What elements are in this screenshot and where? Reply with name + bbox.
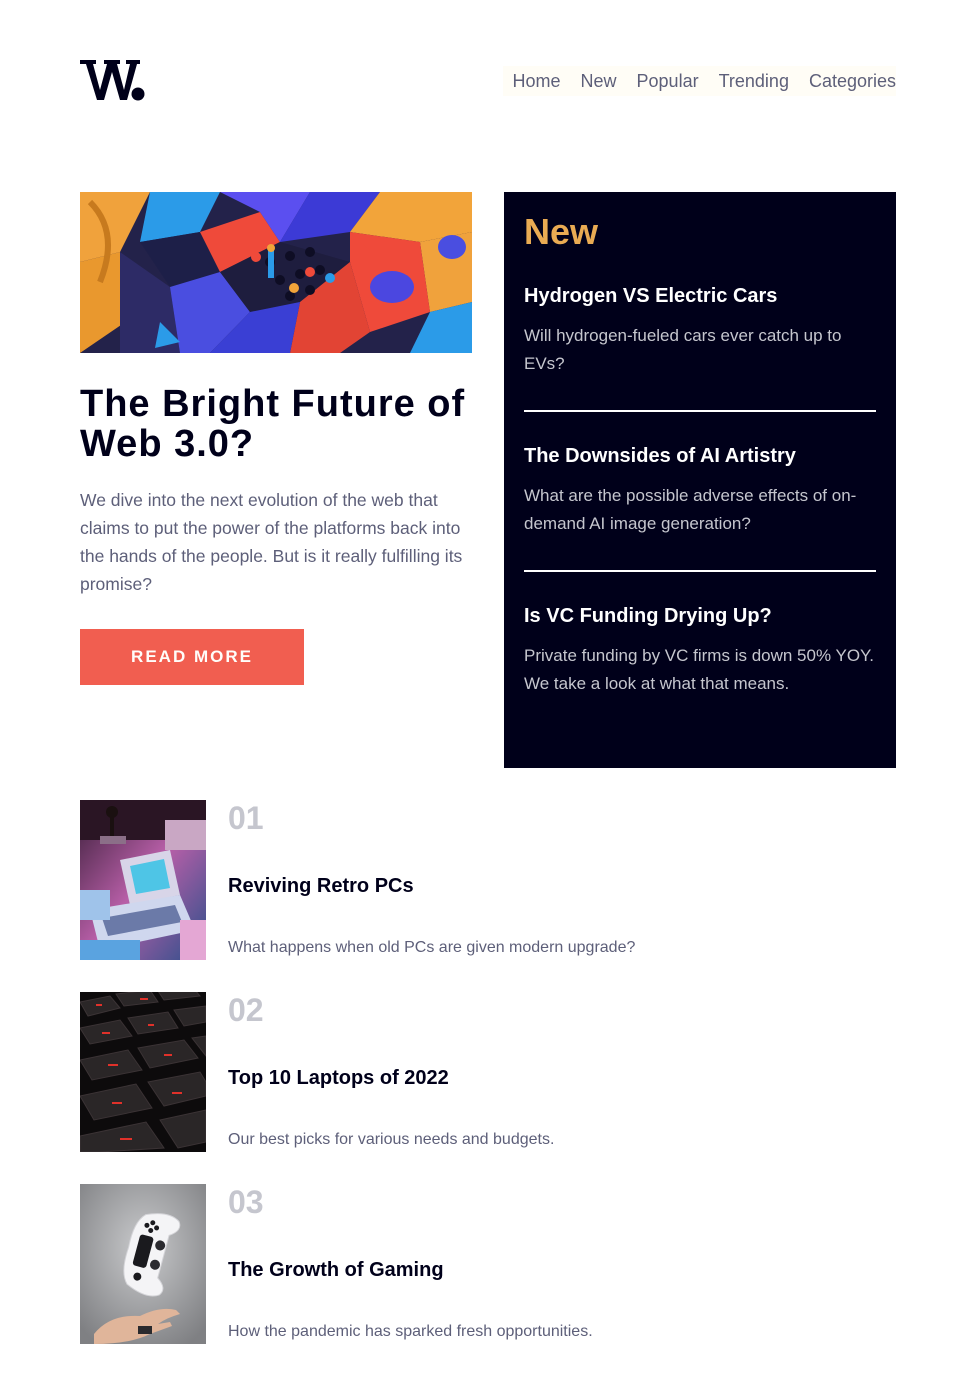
new-item-description: What are the possible adverse effects of… xyxy=(524,486,857,533)
new-item[interactable]: Hydrogen VS Electric Cars Will hydrogen-… xyxy=(524,276,876,412)
new-item[interactable]: The Downsides of AI Artistry What are th… xyxy=(524,412,876,572)
new-item-description: Will hydrogen-fueled cars ever catch up … xyxy=(524,326,842,373)
new-item-title[interactable]: Hydrogen VS Electric Cars xyxy=(524,284,876,308)
article-list-item[interactable]: 03 The Growth of Gaming How the pandemic… xyxy=(80,1184,896,1344)
new-item-description: Private funding by VC firms is down 50% … xyxy=(524,646,874,693)
new-item-title[interactable]: The Downsides of AI Artistry xyxy=(524,444,876,468)
new-item[interactable]: Is VC Funding Drying Up? Private funding… xyxy=(524,572,876,730)
article-list-item[interactable]: 01 Reviving Retro PCs What happens when … xyxy=(80,800,896,960)
new-panel-heading: New xyxy=(524,211,599,252)
article-description: Our best picks for various needs and bud… xyxy=(228,1131,555,1148)
hero-image xyxy=(80,192,472,353)
nav-link-popular[interactable]: Popular xyxy=(626,66,709,96)
site-logo[interactable]: W. xyxy=(80,58,146,102)
article-title[interactable]: The Growth of Gaming xyxy=(228,1258,444,1282)
article-number: 03 xyxy=(228,1184,264,1220)
nav-link-trending[interactable]: Trending xyxy=(708,66,799,96)
article-thumbnail-gaming-controller[interactable] xyxy=(80,1184,206,1344)
hero-description: We dive into the next evolution of the w… xyxy=(80,490,463,594)
new-item-title[interactable]: Is VC Funding Drying Up? xyxy=(524,604,876,628)
nav-link-categories[interactable]: Categories xyxy=(798,66,896,96)
article-description: What happens when old PCs are given mode… xyxy=(228,939,636,956)
article-number: 02 xyxy=(228,992,264,1028)
article-title[interactable]: Reviving Retro PCs xyxy=(228,874,414,898)
main-nav: Home New Popular Trending Categories xyxy=(502,66,896,96)
read-more-button[interactable]: READ MORE xyxy=(80,629,304,685)
nav-link-new[interactable]: New xyxy=(570,66,627,96)
article-number: 01 xyxy=(228,800,264,836)
article-thumbnail-laptop-keyboard[interactable] xyxy=(80,992,206,1152)
article-list-item[interactable]: 02 Top 10 Laptops of 2022 Our best picks… xyxy=(80,992,896,1152)
new-articles-panel: New Hydrogen VS Electric Cars Will hydro… xyxy=(504,192,896,768)
article-thumbnail-retro-pc[interactable] xyxy=(80,800,206,960)
nav-link-home[interactable]: Home xyxy=(502,66,571,96)
article-title[interactable]: Top 10 Laptops of 2022 xyxy=(228,1066,449,1090)
hero-title: The Bright Future of Web 3.0? xyxy=(80,383,466,465)
article-description: How the pandemic has sparked fresh oppor… xyxy=(228,1323,593,1340)
